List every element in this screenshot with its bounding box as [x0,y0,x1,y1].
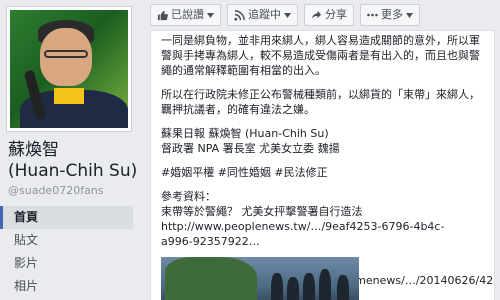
caret-down-icon [284,12,291,18]
share-arrow-icon [311,10,322,21]
profile-picture[interactable] [6,6,132,132]
following-button[interactable]: 追蹤中 [227,4,298,26]
nav-item-posts[interactable]: 貼文 [0,229,133,252]
reference-heading: 參考資料： [161,190,216,203]
post-paragraph: 一同是綁負物，並非用來綁人，綁人容易造成關節的意外，所以軍警與手拷專為綁人，較不… [161,34,480,77]
post-mentions-line[interactable]: 督政署 NPA 署長室 尤美女立委 魏揚 [161,141,484,156]
share-button[interactable]: 分享 [304,4,354,26]
page-nav: 首頁 貼文 影片 相片 [0,206,133,298]
caret-down-icon [406,12,413,18]
post-signature-line[interactable]: 蘇果日報 蘇煥智 (Huan-Chih Su) [161,126,484,141]
post-hashtags[interactable]: #婚姻平權 #同性婚姻 #民法修正 [161,165,484,180]
nav-item-home[interactable]: 首頁 [0,206,133,229]
profile-photo [10,10,128,128]
reference-link-1-cont[interactable]: a996-92357922… [161,234,484,249]
nav-item-photos[interactable]: 相片 [0,275,133,298]
post-card: 一同是綁負物，並非用來綁人，綁人容易造成關節的意外，所以軍警與手拷專為綁人，較不… [150,30,495,300]
reference-title-1: 束帶等於警繩？ 尤美女抨擊警署自行造法 [161,205,363,218]
post-attached-photo[interactable] [161,257,359,300]
ellipsis-icon [367,13,378,17]
thumbs-up-icon [157,10,168,21]
rss-icon [234,9,245,21]
nav-item-videos[interactable]: 影片 [0,252,133,275]
profile-name: 蘇煥智 (Huan-Chih Su) [8,140,138,181]
post-paragraph: 所以在行政院未修正公布警械種類前，以綁貨的「束帶」來綁人，羈押抗議者，的確有違法… [161,88,480,116]
caret-down-icon [207,12,214,18]
page-toolbar: 已說讚 追蹤中 分享 更多 [150,4,420,26]
more-button[interactable]: 更多 [360,4,420,26]
reference-link-1[interactable]: http://www.peoplenews.tw/…/9eaf4253-6796… [161,219,484,234]
liked-button[interactable]: 已說讚 [150,4,221,26]
profile-handle[interactable]: @suade0720fans [8,184,104,197]
